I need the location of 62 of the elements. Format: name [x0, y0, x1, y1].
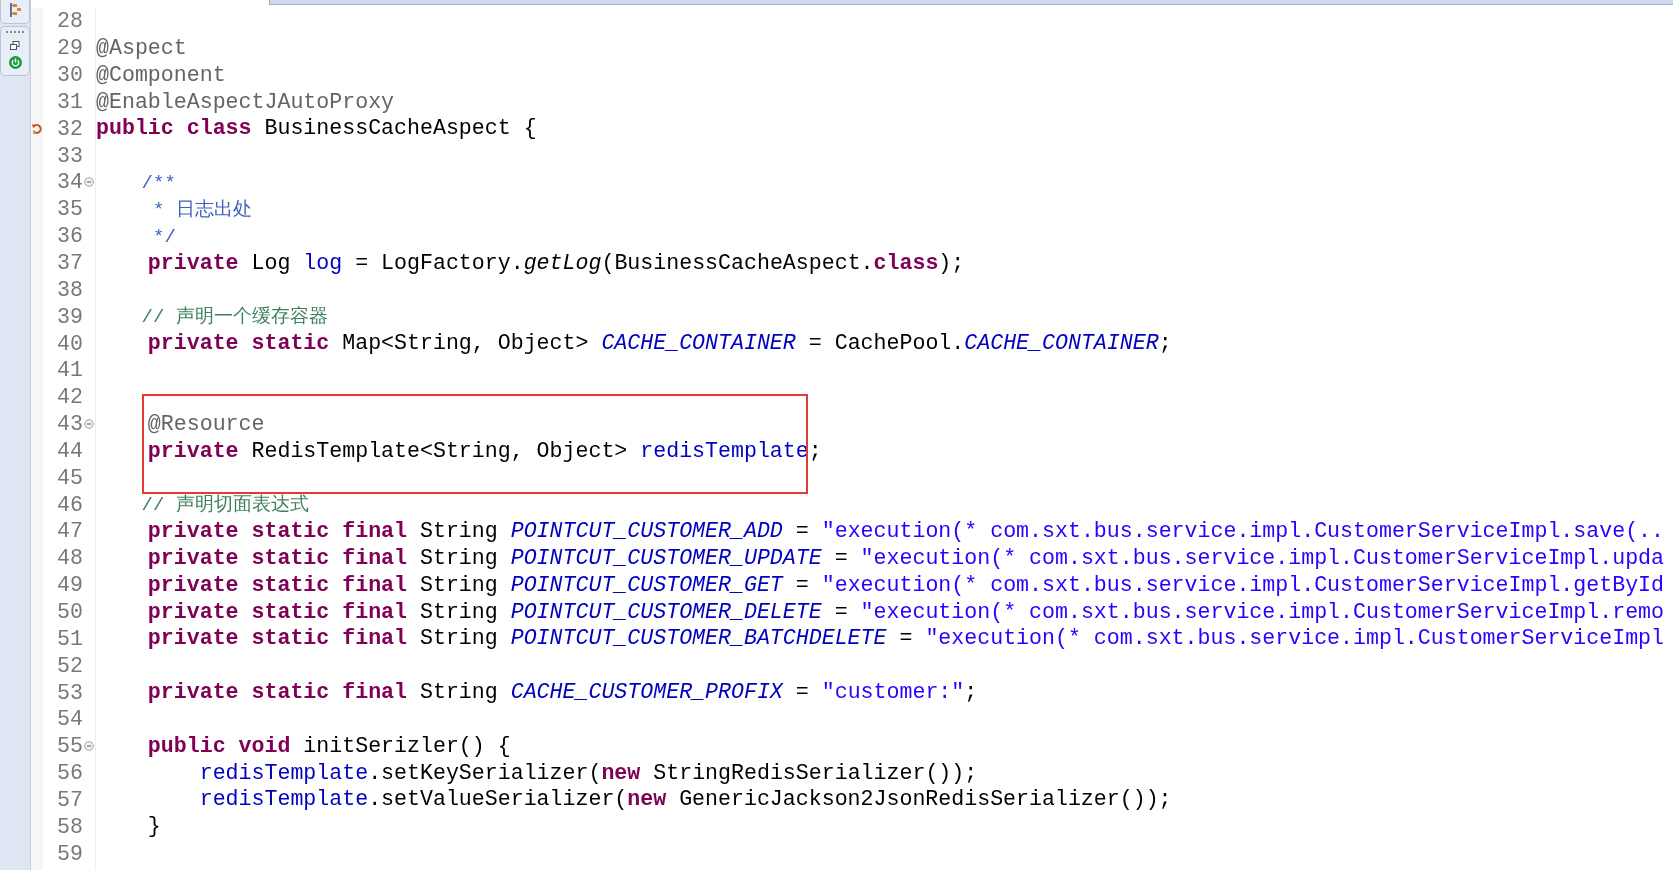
line-number: 52 — [56, 652, 83, 679]
line-number: 39 — [56, 303, 83, 330]
line-number: 29 — [56, 35, 83, 62]
code-line: private static final String POINTCUT_CUSTOMER_ADD = "execution(* com.sxt.bus.service.impl.CustomerServiceImpl.save(.. — [146, 518, 1665, 545]
code-line: @EnableAspectJAutoProxy — [96, 88, 396, 116]
code-line: private static final String POINTCUT_CUSTOMER_DELETE = "execution(* com.sxt.bus.service.impl.CustomerServiceImpl.remo — [146, 598, 1665, 626]
fold-toggle-icon[interactable] — [84, 741, 94, 752]
line-number: 46 — [56, 491, 83, 518]
line-number: 53 — [56, 679, 83, 706]
line-number: 56 — [56, 760, 83, 787]
code-line: private static final String POINTCUT_CUSTOMER_UPDATE = "execution(* com.sxt.bus.service.impl.CustomerServiceImpl.upda — [146, 544, 1665, 572]
line-number: 38 — [56, 276, 83, 303]
hierarchy-icon[interactable] — [9, 3, 21, 17]
line-number: 35 — [56, 196, 83, 223]
line-number: 57 — [56, 786, 83, 813]
code-line: redisTemplate.setValueSerializer(new GenericJackson2JsonRedisSerializer()); — [198, 786, 1173, 814]
line-number: 28 — [56, 8, 83, 35]
line-number: 32 — [56, 115, 83, 142]
line-number: 36 — [56, 223, 83, 250]
code-line: /** — [140, 171, 177, 196]
line-number: 33 — [56, 142, 83, 169]
line-number: 31 — [56, 88, 83, 115]
line-number: 43 — [56, 411, 83, 438]
line-number: 34 — [56, 169, 83, 196]
override-marker-icon[interactable] — [32, 122, 42, 135]
line-number: 41 — [56, 357, 83, 384]
code-line: */ — [152, 224, 177, 250]
line-number: 50 — [56, 599, 83, 625]
code-line: * 日志出处 — [152, 197, 253, 223]
line-number: 59 — [56, 840, 83, 867]
line-number: 51 — [56, 625, 83, 652]
code-line: private RedisTemplate<String, Object> redisTemplate; — [146, 437, 823, 465]
fold-toggle-icon[interactable] — [84, 177, 94, 188]
line-number: 55 — [56, 733, 83, 760]
fold-toggle-icon[interactable] — [84, 419, 94, 430]
code-line: } — [146, 813, 162, 841]
code-line: public class BusinessCacheAspect { — [96, 115, 538, 143]
restore-window-icon[interactable] — [10, 41, 20, 50]
line-number: 54 — [56, 706, 83, 733]
line-number: 58 — [56, 813, 83, 840]
line-number: 49 — [56, 572, 83, 599]
code-line: private static final String POINTCUT_CUSTOMER_BATCHDELETE = "execution(* com.sxt.bus.service.impl.CustomerServiceImpl — [146, 625, 1665, 653]
code-line: @Component — [96, 61, 227, 89]
line-number: 40 — [56, 330, 83, 357]
line-number: 45 — [56, 464, 83, 491]
power-icon[interactable] — [8, 56, 22, 69]
code-line: // 声明切面表达式 — [140, 493, 310, 519]
line-number: 48 — [56, 545, 83, 572]
code-line: @Resource — [146, 410, 266, 438]
line-number: 47 — [56, 518, 83, 545]
code-line: private Log log = LogFactory.getLog(BusinessCacheAspect.class); — [146, 249, 966, 277]
code-line: private static final String POINTCUT_CUSTOMER_GET = "execution(* com.sxt.bus.service.impl.CustomerServiceImpl.getById — [146, 571, 1665, 599]
line-number: 30 — [56, 62, 83, 89]
code-line: private static Map<String, Object> CACHE_CONTAINER = CachePool.CACHE_CONTAINER; — [146, 330, 1173, 357]
code-line: // 声明一个缓存容器 — [140, 305, 329, 331]
code-line: private static final String CACHE_CUSTOMER_PROFIX = "customer:"; — [146, 679, 979, 706]
code-line: redisTemplate.setKeySerializer(new StringRedisSerializer()); — [198, 759, 979, 787]
line-number: 42 — [56, 384, 83, 411]
code-line: @Aspect — [96, 34, 188, 62]
line-number: 37 — [56, 250, 83, 276]
line-number: 44 — [56, 437, 83, 464]
code-line: public void initSerizler() { — [146, 732, 512, 760]
